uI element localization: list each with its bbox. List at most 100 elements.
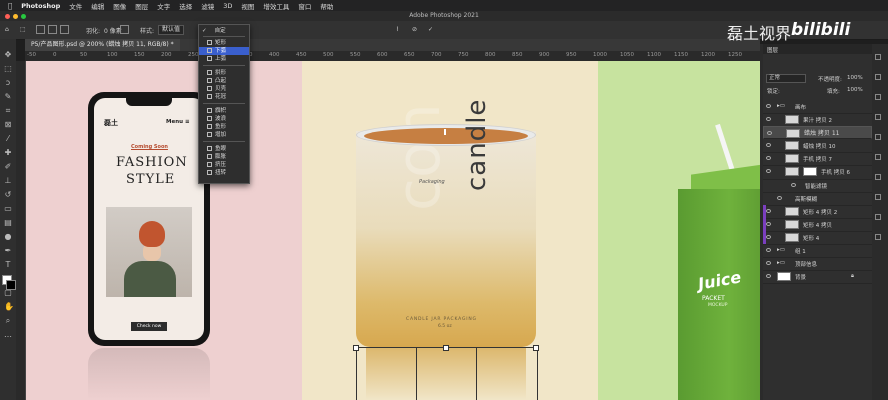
quick-select-tool-icon[interactable]: ✎ (4, 93, 12, 101)
brush-tool-icon[interactable]: ✐ (4, 163, 12, 171)
warp-option-squeeze[interactable]: 挤压 (199, 161, 249, 169)
warp-option-rect[interactable]: 矩形 (199, 39, 249, 47)
fill-value[interactable]: 100% (847, 87, 863, 93)
visibility-eye-icon[interactable] (766, 261, 771, 265)
warp-style-dropdown[interactable]: ✓ 自定 矩形 下弧 上弧 拱形 凸起 贝壳 花冠 旗帜 波浪 鱼形 增加 鱼眼 … (198, 24, 250, 184)
warp-icon[interactable]: ⌇ (396, 26, 399, 33)
document-canvas[interactable]: 磊土 Menu ≡ Coming Soon FASHION STYLE Chec… (26, 61, 760, 400)
warp-option-wave[interactable]: 波浪 (199, 115, 249, 123)
layer-row[interactable]: 矩形 4 拷贝 (763, 218, 872, 232)
transform-handle[interactable] (353, 345, 359, 351)
layer-row[interactable]: 矩形 4 拷贝 2 (763, 205, 872, 219)
eyedropper-tool-icon[interactable]: ⁄ (4, 135, 12, 143)
commit-transform-icon[interactable]: ✓ (428, 26, 433, 33)
add-selection-icon[interactable] (48, 25, 57, 34)
libraries-icon[interactable] (875, 94, 881, 100)
visibility-eye-icon[interactable] (766, 222, 771, 226)
history-brush-tool-icon[interactable]: ↺ (4, 191, 12, 199)
apple-menu-icon[interactable]:  (8, 2, 12, 10)
visibility-eye-icon[interactable] (766, 274, 771, 278)
type-tool-icon[interactable]: T (4, 261, 12, 269)
warp-option-flower[interactable]: 花冠 (199, 93, 249, 101)
warp-option-twist[interactable]: 扭转 (199, 169, 249, 177)
new-selection-icon[interactable] (36, 25, 45, 34)
layer-group[interactable]: ▸▭ 顶部信息 (763, 257, 872, 271)
menu-type[interactable]: 文字 (157, 1, 170, 11)
adjustments-icon[interactable] (875, 74, 881, 80)
transform-handle[interactable] (443, 345, 449, 351)
transform-bounding-box[interactable] (356, 347, 538, 400)
visibility-eye-icon[interactable] (767, 131, 772, 135)
layer-row[interactable]: 矩形 4 (763, 231, 872, 245)
paragraph-icon[interactable] (875, 194, 881, 200)
healing-tool-icon[interactable]: ✚ (4, 149, 12, 157)
menu-3d[interactable]: 3D (223, 2, 232, 10)
document-tab[interactable]: P5/产品图形.psd @ 200% (蜡烛 拷贝 11, RGB/8) * (25, 39, 180, 51)
warp-option-shell[interactable]: 贝壳 (199, 85, 249, 93)
layer-row[interactable]: 手机 拷贝 6 (763, 165, 872, 180)
move-tool-icon[interactable]: ✥ (4, 51, 12, 59)
layers-tab[interactable]: 图层 (767, 46, 778, 54)
layer-row-selected[interactable]: 蜡烛 拷贝 11 (763, 126, 872, 139)
paths-icon[interactable] (875, 234, 881, 240)
visibility-eye-icon[interactable] (766, 235, 771, 239)
layer-row[interactable]: 蜡烛 拷贝 10 (763, 139, 872, 153)
crop-tool-icon[interactable]: ⌗ (4, 107, 12, 115)
transform-handle[interactable] (533, 345, 539, 351)
warp-option-fish[interactable]: 鱼形 (199, 123, 249, 131)
minimize-window-button[interactable] (13, 14, 18, 19)
shape-tool-icon[interactable]: ▢ (4, 289, 12, 297)
warp-option-fisheye[interactable]: 鱼眼 (199, 145, 249, 153)
marquee-tool-icon[interactable]: ⬚ (4, 65, 12, 73)
close-window-button[interactable] (5, 14, 10, 19)
layer-group[interactable]: ▸▭ 组 1 (763, 244, 872, 258)
warp-option-arch[interactable]: 拱形 (199, 69, 249, 77)
character-icon[interactable] (875, 174, 881, 180)
brushes-icon[interactable] (875, 134, 881, 140)
dodge-tool-icon[interactable]: ● (4, 233, 12, 241)
visibility-eye-icon[interactable] (766, 156, 771, 160)
swatches-icon[interactable] (875, 154, 881, 160)
opacity-value[interactable]: 100% (847, 75, 863, 81)
smart-filter-row[interactable]: 智能滤镜 (763, 179, 872, 193)
layer-row-background[interactable]: 背景 🔒︎ (763, 270, 872, 284)
hand-tool-icon[interactable]: ✋ (4, 303, 14, 311)
stamp-tool-icon[interactable]: ⊥ (4, 177, 12, 185)
menu-image[interactable]: 图像 (113, 1, 126, 11)
layer-group-canvas[interactable]: ▸▭ 画布 (763, 100, 872, 114)
visibility-eye-icon[interactable] (766, 104, 771, 108)
layer-row[interactable]: 手机 拷贝 7 (763, 152, 872, 166)
visibility-eye-icon[interactable] (766, 248, 771, 252)
warp-option-flag[interactable]: 旗帜 (199, 107, 249, 115)
menu-file[interactable]: 文件 (69, 1, 82, 11)
style-select[interactable]: 默认值 (158, 25, 185, 35)
menu-edit[interactable]: 编辑 (91, 1, 104, 11)
more-tools-icon[interactable]: … (4, 331, 12, 339)
gradient-tool-icon[interactable]: ▤ (4, 219, 12, 227)
channels-icon[interactable] (875, 214, 881, 220)
visibility-eye-icon[interactable] (766, 209, 771, 213)
anti-alias-checkbox[interactable] (120, 25, 129, 34)
visibility-eye-icon[interactable] (791, 183, 796, 187)
lasso-tool-icon[interactable]: ↄ (4, 79, 12, 87)
warp-option-custom[interactable]: ✓ 自定 (199, 27, 249, 35)
menu-layer[interactable]: 图层 (135, 1, 148, 11)
app-menu[interactable]: Photoshop (21, 2, 60, 10)
menu-filter[interactable]: 滤镜 (201, 1, 214, 11)
properties-icon[interactable] (875, 54, 881, 60)
frame-tool-icon[interactable]: ⊠ (4, 121, 12, 129)
visibility-eye-icon[interactable] (766, 169, 771, 173)
visibility-eye-icon[interactable] (766, 143, 771, 147)
warp-option-rise[interactable]: 增加 (199, 131, 249, 139)
warp-option-inflate[interactable]: 膨胀 (199, 153, 249, 161)
home-icon[interactable]: ⌂ (5, 26, 9, 33)
visibility-eye-icon[interactable] (766, 117, 771, 121)
cancel-transform-icon[interactable]: ⊘ (412, 26, 417, 33)
menu-view[interactable]: 视图 (241, 1, 254, 11)
menu-window[interactable]: 窗口 (298, 1, 311, 11)
visibility-eye-icon[interactable] (777, 196, 782, 200)
zoom-tool-icon[interactable]: ⌕ (4, 317, 12, 325)
warp-option-upper-arc[interactable]: 上弧 (199, 55, 249, 63)
pen-tool-icon[interactable]: ✒ (4, 247, 12, 255)
smart-filter-row[interactable]: 高斯模糊 (763, 192, 872, 206)
